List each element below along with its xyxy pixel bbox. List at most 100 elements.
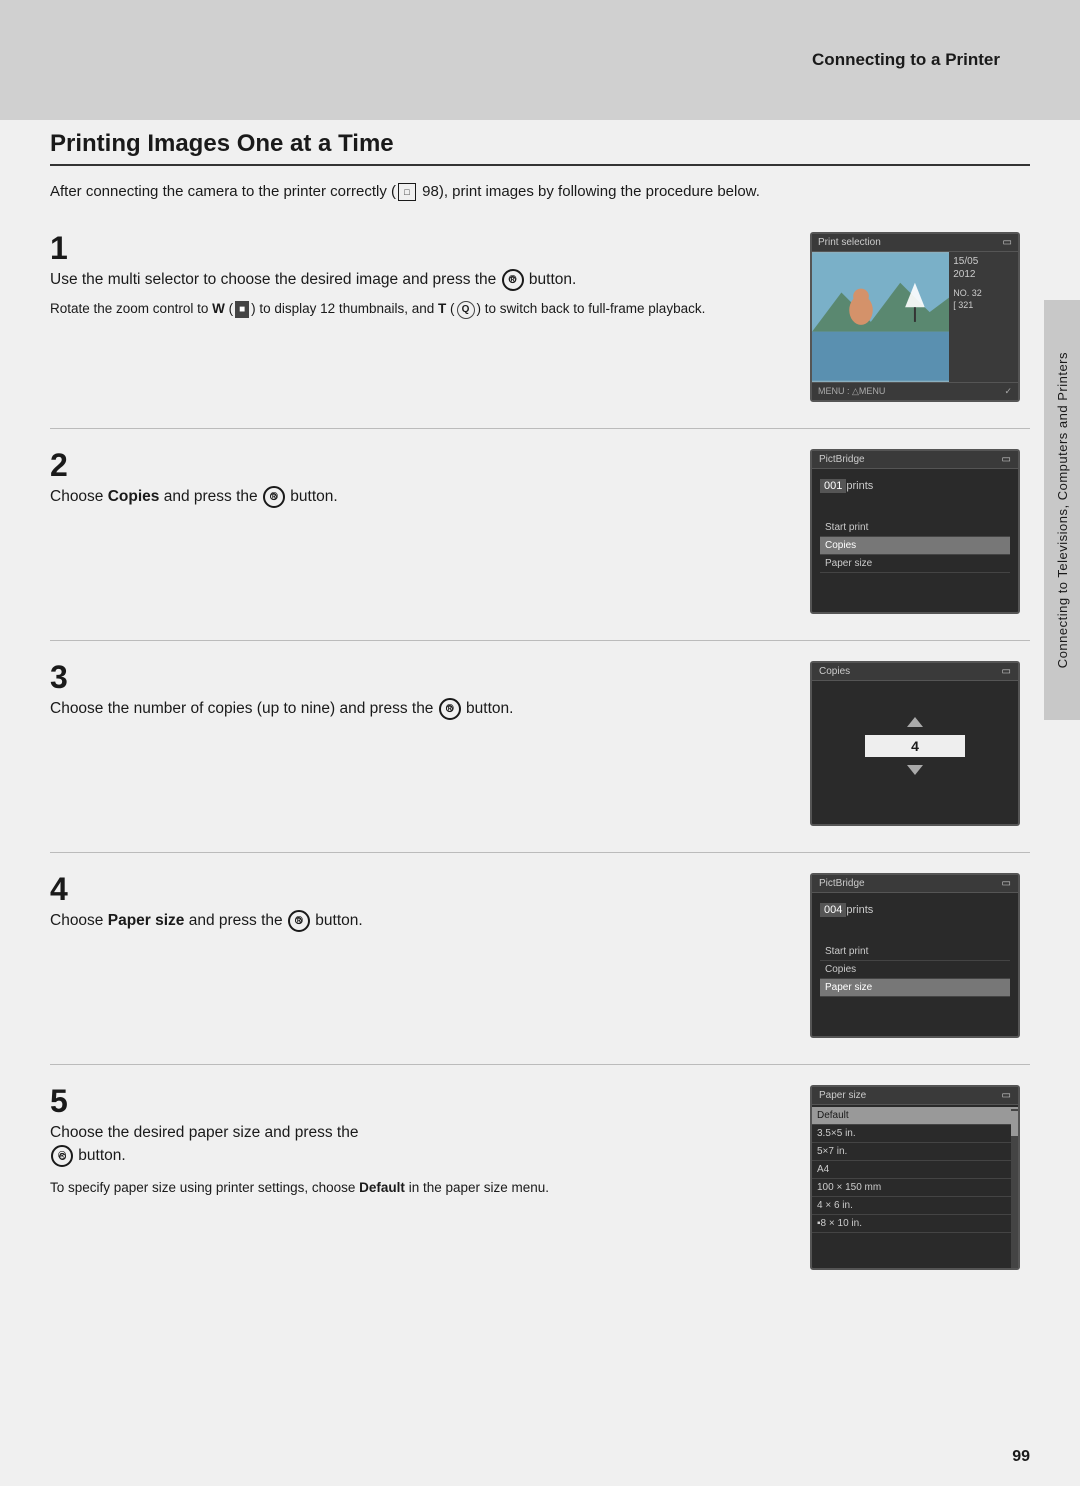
menu-paper-size-2: Paper size [820, 555, 1010, 573]
top-header: Connecting to a Printer [0, 0, 1080, 120]
t-icon: Q [457, 301, 475, 319]
paper-3x5: 3.5×5 in. [812, 1125, 1018, 1143]
screen1-date: 15/05 [953, 256, 1014, 267]
ok-symbol-step2: ® [263, 486, 285, 508]
ok-symbol-step5: ® [51, 1145, 73, 1167]
step-1-number: 1 [50, 232, 780, 264]
screen-paper-size: Paper size ▭ Default 3.5×5 in. 5×7 in. A… [810, 1085, 1020, 1270]
arrow-up-icon [907, 717, 923, 727]
step-4-number: 4 [50, 873, 780, 905]
photo-svg [812, 252, 949, 382]
screen2-title: PictBridge [819, 454, 865, 465]
screen2-icon: ▭ [1002, 454, 1011, 465]
menu-copies-4: Copies [820, 961, 1010, 979]
screen4-body: 004prints Start print Copies Paper size [812, 893, 1018, 1003]
screen5-title: Paper size [819, 1090, 866, 1101]
ok-symbol-step3: ® [439, 698, 461, 720]
step-5-row: 5 Choose the desired paper size and pres… [50, 1085, 1030, 1270]
prints-count-4: 004 [820, 903, 846, 917]
screen3-body: 4 [812, 681, 1018, 811]
step-3-left: 3 Choose the number of copies (up to nin… [50, 661, 810, 728]
right-sidebar-tab: Connecting to Televisions, Computers and… [1044, 300, 1080, 720]
screen4-prints: 004prints [820, 903, 1010, 929]
screen-copies-number: Copies ▭ 4 [810, 661, 1020, 826]
screen4-title: PictBridge [819, 878, 865, 889]
step-5-instruction: Choose the desired paper size and press … [50, 1121, 780, 1168]
step-3-screen: Copies ▭ 4 [810, 661, 1030, 826]
screen4-icon: ▭ [1002, 878, 1011, 889]
screen3-icon: ▭ [1002, 666, 1011, 677]
prints-label: prints [846, 480, 873, 492]
screen-pictbridge-paper: PictBridge ▭ 004prints Start print Copie… [810, 873, 1020, 1038]
screen1-menu: MENU : △MENU [818, 386, 885, 397]
w-icon: ■ [235, 301, 249, 319]
screen1-check: ✓ [1004, 386, 1012, 397]
scrollbar [1011, 1109, 1018, 1268]
sidebar-label: Connecting to Televisions, Computers and… [1055, 352, 1070, 668]
screen2-prints: 001prints [820, 479, 1010, 505]
screen1-count: [ 321 [953, 300, 1014, 310]
step-2-instruction: Choose Copies and press the ® button. [50, 485, 780, 508]
menu-start-print-4: Start print [820, 943, 1010, 961]
screen4-header: PictBridge ▭ [812, 875, 1018, 893]
screen5-body: Default 3.5×5 in. 5×7 in. A4 100 × 150 m… [812, 1105, 1018, 1235]
screen1-icon: ▭ [1003, 237, 1012, 248]
step-4-left: 4 Choose Paper size and press the ® butt… [50, 873, 810, 940]
step-1-instruction: Use the multi selector to choose the des… [50, 268, 780, 291]
divider-1 [50, 428, 1030, 429]
page-title: Printing Images One at a Time [50, 130, 1030, 166]
ok-symbol-step1: ® [502, 269, 524, 291]
menu-copies: Copies [820, 537, 1010, 555]
page-number: 99 [1012, 1448, 1030, 1466]
step-1-sub: Rotate the zoom control to W (■) to disp… [50, 299, 780, 320]
menu-paper-size-4: Paper size [820, 979, 1010, 997]
screen-print-selection: Print selection ▭ [810, 232, 1020, 402]
ref-icon: □ [398, 183, 416, 201]
screen-wrapper-5: Paper size ▭ Default 3.5×5 in. 5×7 in. A… [810, 1085, 1030, 1270]
screen1-footer: MENU : △MENU ✓ [812, 382, 1018, 400]
step-3-instruction: Choose the number of copies (up to nine)… [50, 697, 780, 720]
screen3-title: Copies [819, 666, 850, 677]
paper-5x7: 5×7 in. [812, 1143, 1018, 1161]
step-2-number: 2 [50, 449, 780, 481]
paper-100x150: 100 × 150 mm [812, 1179, 1018, 1197]
prints-count: 001 [820, 479, 846, 493]
paper-a4: A4 [812, 1161, 1018, 1179]
step-2-left: 2 Choose Copies and press the ® button. [50, 449, 810, 516]
scrollbar-thumb [1011, 1111, 1018, 1136]
step-4-row: 4 Choose Paper size and press the ® butt… [50, 873, 1030, 1038]
paper-default: Default [812, 1107, 1018, 1125]
divider-3 [50, 852, 1030, 853]
photo-preview [812, 252, 949, 382]
ok-symbol-step4: ® [288, 910, 310, 932]
screen5-icon: ▭ [1002, 1090, 1011, 1101]
step-1-left: 1 Use the multi selector to choose the d… [50, 232, 810, 320]
main-content: Printing Images One at a Time After conn… [50, 120, 1030, 1426]
screen5-header: Paper size ▭ [812, 1087, 1018, 1105]
step-3-row: 3 Choose the number of copies (up to nin… [50, 661, 1030, 826]
divider-4 [50, 1064, 1030, 1065]
screen3-header: Copies ▭ [812, 663, 1018, 681]
divider-2 [50, 640, 1030, 641]
screen-pictbridge-copies: PictBridge ▭ 001prints Start print Copie… [810, 449, 1020, 614]
step-4-screen: PictBridge ▭ 004prints Start print Copie… [810, 873, 1030, 1038]
screen1-title: Print selection [818, 237, 881, 248]
step-2-row: 2 Choose Copies and press the ® button. … [50, 449, 1030, 614]
step-5-screen: Paper size ▭ Default 3.5×5 in. 5×7 in. A… [810, 1085, 1030, 1270]
step-3-number: 3 [50, 661, 780, 693]
screen1-year: 2012 [953, 269, 1014, 280]
menu-start-print: Start print [820, 519, 1010, 537]
intro-paragraph: After connecting the camera to the print… [50, 180, 1030, 204]
step-2-screen: PictBridge ▭ 001prints Start print Copie… [810, 449, 1030, 614]
page-container: Connecting to a Printer Connecting to Te… [0, 0, 1080, 1486]
paper-4x6: 4 × 6 in. [812, 1197, 1018, 1215]
screen1-no: NO. 32 [953, 288, 1014, 298]
copies-value: 4 [865, 735, 965, 757]
screen1-header: Print selection ▭ [812, 234, 1018, 252]
arrow-down-icon [907, 765, 923, 775]
step-5-number: 5 [50, 1085, 780, 1117]
step-1-row: 1 Use the multi selector to choose the d… [50, 232, 1030, 402]
screen1-body: 15/05 2012 NO. 32 [ 321 [812, 252, 1018, 382]
step-4-instruction: Choose Paper size and press the ® button… [50, 909, 780, 932]
paper-8x10: ▪8 × 10 in. [812, 1215, 1018, 1233]
